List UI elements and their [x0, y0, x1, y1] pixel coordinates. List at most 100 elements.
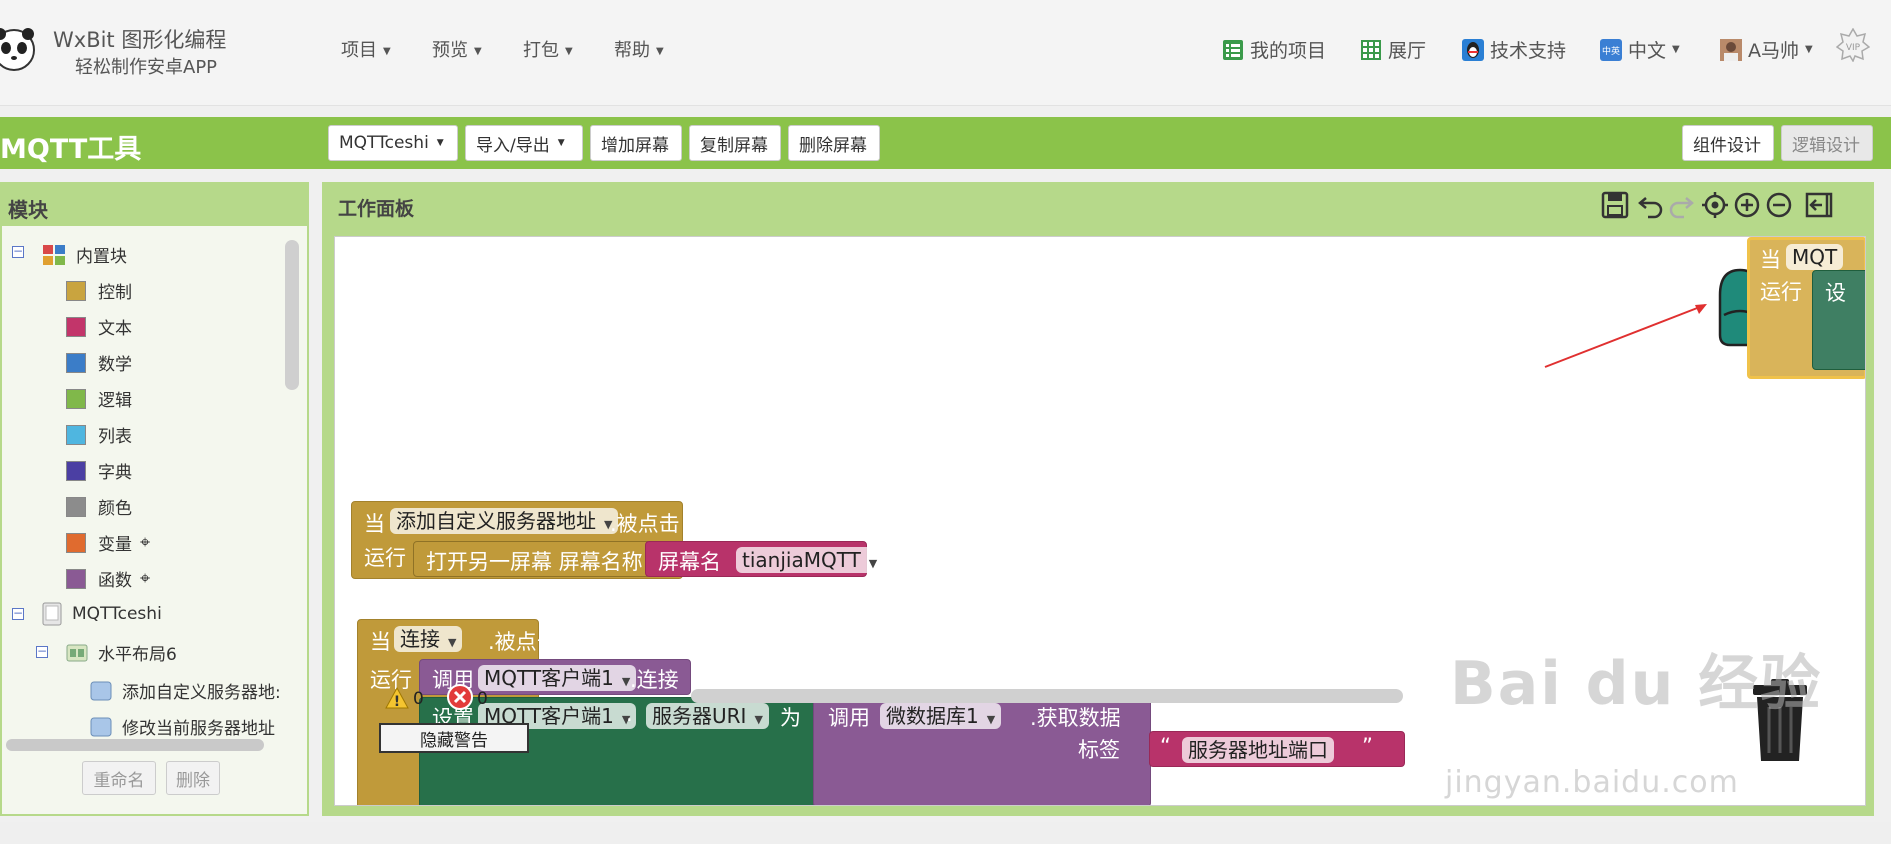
- list-icon: [1223, 39, 1243, 60]
- component-dropdown[interactable]: 添加自定义服务器地址 ▼: [390, 508, 619, 534]
- project-toolbar: [0, 117, 1891, 169]
- caret-down-icon: ▼: [1805, 44, 1813, 55]
- category-swatch: [66, 460, 86, 481]
- error-icon[interactable]: [447, 684, 473, 710]
- nav-support[interactable]: 技术支持: [1462, 36, 1566, 63]
- menu-help[interactable]: 帮助 ▼: [614, 36, 664, 62]
- vip-badge-icon[interactable]: VIP: [1836, 28, 1870, 62]
- property-dropdown[interactable]: 服务器URI ▼: [646, 703, 769, 729]
- category-swatch: [66, 388, 86, 409]
- language-icon: 中英: [1600, 38, 1622, 61]
- tree-item-dictionary[interactable]: 字典: [66, 458, 132, 483]
- panda-logo[interactable]: [0, 20, 40, 80]
- collapse-icon[interactable]: −: [12, 245, 24, 258]
- category-swatch: [66, 280, 86, 301]
- category-swatch: [66, 424, 86, 445]
- rename-button[interactable]: 重命名: [82, 761, 156, 795]
- tree-component[interactable]: 添加自定义服务器地:: [90, 678, 281, 703]
- caret-down-icon: ▼: [383, 45, 391, 57]
- category-swatch: [66, 532, 86, 553]
- grid-icon: [1361, 39, 1381, 60]
- menu-project[interactable]: 项目 ▼: [341, 36, 391, 62]
- tree-item-control[interactable]: 控制: [66, 278, 132, 303]
- string-field[interactable]: 服务器地址端口: [1182, 737, 1334, 763]
- component-dropdown[interactable]: MQT: [1786, 244, 1844, 270]
- tree-item-lists[interactable]: 列表: [66, 422, 132, 447]
- builtin-blocks-icon: [43, 244, 65, 265]
- zoom-out-icon[interactable]: [1764, 190, 1794, 220]
- tree-item-text[interactable]: 文本: [66, 314, 132, 339]
- svg-text:!: !: [394, 694, 400, 709]
- nav-gallery[interactable]: 展厅: [1360, 36, 1426, 63]
- vertical-scrollbar[interactable]: [285, 240, 299, 390]
- workspace-title: 工作面板: [338, 198, 415, 220]
- nav-user[interactable]: A马帅 ▼: [1720, 36, 1813, 63]
- hide-warnings-button[interactable]: 隐藏警告: [379, 723, 529, 753]
- tree-component[interactable]: 修改当前服务器地址: [90, 714, 275, 739]
- tree-item-variables[interactable]: 变量 ⌖: [66, 530, 150, 555]
- add-screen-button[interactable]: 增加屏幕: [590, 125, 682, 161]
- top-navbar: WxBit 图形化编程 轻松制作安卓APP 项目 ▼ 预览 ▼ 打包 ▼ 帮助 ▼ 我的…: [0, 0, 1891, 106]
- avatar: [1720, 38, 1742, 61]
- import-export-button[interactable]: 导入/导出 ▼: [465, 125, 583, 161]
- undo-icon[interactable]: [1636, 190, 1666, 220]
- tree-builtin[interactable]: 内置块: [42, 242, 127, 267]
- horizontal-scrollbar[interactable]: [6, 739, 264, 751]
- project-title: MQTT工具: [0, 134, 142, 165]
- svg-text:VIP: VIP: [1846, 43, 1861, 53]
- tree-screen[interactable]: MQTTceshi: [42, 602, 162, 626]
- open-another-screen-block[interactable]: 打开另一屏幕 屏幕名称: [413, 541, 651, 577]
- nav-my-projects[interactable]: 我的项目: [1222, 36, 1326, 63]
- category-swatch: [66, 316, 86, 337]
- qq-penguin-icon: [1462, 38, 1484, 61]
- caret-down-icon: ▼: [557, 138, 565, 148]
- screen-icon: [42, 602, 62, 626]
- redo-icon[interactable]: [1666, 190, 1696, 220]
- collapse-icon[interactable]: −: [36, 645, 48, 658]
- zoom-in-icon[interactable]: [1732, 190, 1762, 220]
- blocks-panel: 模块 − 内置块 控制 文本 数学 逻辑 列表 字典 颜色 变量 ⌖ 函数 ⌖ − …: [0, 182, 309, 816]
- tree-layout[interactable]: 水平布局6: [66, 640, 177, 665]
- canvas-scrollbar-track: [691, 689, 1403, 703]
- screen-name-dropdown[interactable]: tianjiaMQTT ▼: [736, 547, 884, 573]
- collapse-icon[interactable]: −: [12, 607, 24, 620]
- recenter-icon[interactable]: [1700, 190, 1730, 220]
- horizontal-layout-icon: [66, 644, 88, 661]
- caret-down-icon: ▼: [436, 138, 444, 148]
- component-dropdown[interactable]: MQTT客户端1 ▼: [478, 665, 637, 691]
- copy-screen-button[interactable]: 复制屏幕: [689, 125, 781, 161]
- error-count: 0: [477, 689, 488, 709]
- setter-block-partial[interactable]: 设: [1812, 270, 1865, 370]
- watermark-logo: Bai du 经验: [1450, 649, 1823, 719]
- tree-item-procedures[interactable]: 函数 ⌖: [66, 566, 150, 591]
- text-string-block[interactable]: “ 服务器地址端口 ”: [1149, 731, 1405, 767]
- brand-tagline: 轻松制作安卓APP: [75, 57, 218, 78]
- caret-down-icon: ▼: [1672, 44, 1680, 55]
- screen-name-block[interactable]: 屏幕名 tianjiaMQTT ▼: [645, 541, 884, 577]
- button-component-icon: [90, 717, 112, 736]
- delete-screen-button[interactable]: 删除屏幕: [788, 125, 880, 161]
- save-icon[interactable]: [1600, 190, 1630, 220]
- caret-down-icon: ▼: [656, 45, 664, 57]
- annotation-arrow-icon: [1544, 304, 1707, 368]
- screen-select[interactable]: MQTTceshi ▼: [328, 125, 458, 161]
- blocks-panel-title: 模块: [8, 198, 48, 222]
- call-method-block[interactable]: 调用 微数据库1 ▼ .获取数据 标签: [813, 697, 1151, 805]
- tree-item-colors[interactable]: 颜色: [66, 494, 132, 519]
- collapse-panel-icon[interactable]: [1804, 190, 1834, 220]
- nav-language[interactable]: 中英 中文 ▼: [1600, 36, 1680, 63]
- designer-button[interactable]: 组件设计: [1682, 125, 1774, 161]
- blocks-editor-button[interactable]: 逻辑设计: [1781, 125, 1873, 161]
- menu-preview[interactable]: 预览 ▼: [432, 36, 482, 62]
- gear-icon: ⌖: [140, 568, 151, 589]
- warning-count: 0: [413, 689, 424, 709]
- delete-button[interactable]: 删除: [166, 761, 220, 795]
- category-swatch: [66, 352, 86, 373]
- warning-icon[interactable]: !: [385, 687, 409, 709]
- menu-build[interactable]: 打包 ▼: [523, 36, 573, 62]
- bottom-strip: [0, 822, 1891, 844]
- component-dropdown[interactable]: 微数据库1 ▼: [880, 703, 1002, 729]
- tree-item-math[interactable]: 数学: [66, 350, 132, 375]
- tree-item-logic[interactable]: 逻辑: [66, 386, 132, 411]
- component-dropdown[interactable]: 连接 ▼: [394, 626, 463, 652]
